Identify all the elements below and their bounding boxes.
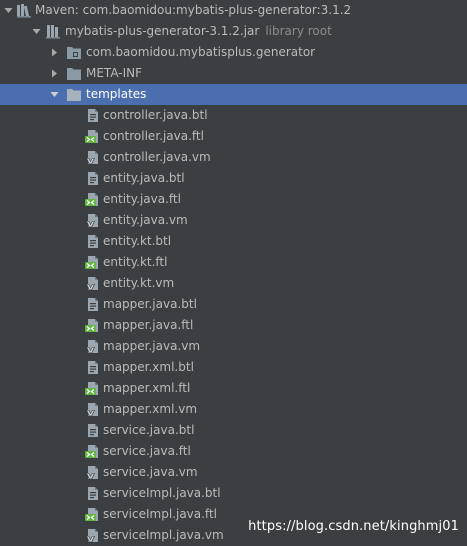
chevron-down-icon[interactable] xyxy=(49,84,59,105)
tree-node-file[interactable]: serviceImpl.java.btl xyxy=(0,483,467,504)
tree-node-maven-library[interactable]: Maven: com.baomidou:mybatis-plus-generat… xyxy=(0,0,467,21)
tree-node-label: mapper.java.btl xyxy=(103,297,197,311)
tree-node-file[interactable]: mapper.xml.ftl xyxy=(0,378,467,399)
templates-file-list: controller.java.btl controller.java.ftl co… xyxy=(0,105,467,546)
tree-node-file[interactable]: entity.java.ftl xyxy=(0,189,467,210)
vm-file-icon xyxy=(85,276,101,291)
library-icon xyxy=(16,3,32,18)
tree-node-label: mapper.java.ftl xyxy=(103,318,194,332)
tree-node-label: controller.java.vm xyxy=(103,150,211,164)
ftl-file-icon xyxy=(85,381,101,396)
tree-node-file[interactable]: controller.java.btl xyxy=(0,105,467,126)
tree-node-file[interactable]: controller.java.ftl xyxy=(0,126,467,147)
vm-file-icon xyxy=(85,402,101,417)
vm-file-icon xyxy=(85,465,101,480)
tree-node-file[interactable]: entity.kt.ftl xyxy=(0,252,467,273)
tree-node-label: mapper.java.vm xyxy=(103,339,201,353)
vm-file-icon xyxy=(85,339,101,354)
btl-file-icon xyxy=(85,108,101,123)
ftl-file-icon xyxy=(85,192,101,207)
tree-node-file[interactable]: entity.kt.btl xyxy=(0,231,467,252)
tree-node-label: controller.java.btl xyxy=(103,108,208,122)
btl-file-icon xyxy=(85,297,101,312)
tree-node-label: entity.kt.ftl xyxy=(103,255,168,269)
tree-node-label: entity.java.btl xyxy=(103,171,185,185)
ftl-file-icon xyxy=(85,129,101,144)
btl-file-icon xyxy=(85,360,101,375)
tree-node-file[interactable]: service.java.ftl xyxy=(0,441,467,462)
ftl-file-icon xyxy=(85,444,101,459)
btl-file-icon xyxy=(85,423,101,438)
btl-file-icon xyxy=(85,234,101,249)
tree-node-label: entity.java.vm xyxy=(103,213,188,227)
tree-node-file[interactable]: service.java.btl xyxy=(0,420,467,441)
library-root-hint: library root xyxy=(265,24,332,38)
tree-node-label: service.java.vm xyxy=(103,465,198,479)
tree-node-file[interactable]: service.java.vm xyxy=(0,462,467,483)
package-icon xyxy=(66,45,82,60)
vm-file-icon xyxy=(85,213,101,228)
btl-file-icon xyxy=(85,171,101,186)
tree-node-label: entity.kt.btl xyxy=(103,234,172,248)
chevron-down-icon[interactable] xyxy=(31,21,41,42)
ftl-file-icon xyxy=(85,318,101,333)
chevron-right-icon[interactable] xyxy=(49,63,59,84)
tree-node-package[interactable]: com.baomidou.mybatisplus.generator xyxy=(0,42,467,63)
tree-node-file[interactable]: mapper.xml.vm xyxy=(0,399,467,420)
tree-node-label: META-INF xyxy=(86,66,143,80)
ftl-file-icon xyxy=(85,507,101,522)
tree-node-file[interactable]: entity.java.vm xyxy=(0,210,467,231)
vm-file-icon xyxy=(85,528,101,543)
tree-node-file[interactable]: entity.kt.vm xyxy=(0,273,467,294)
tree-node-label: mybatis-plus-generator-3.1.2.jar xyxy=(65,24,260,38)
watermark-text: https://blog.csdn.net/kinghmj01 xyxy=(248,519,459,534)
tree-node-file[interactable]: mapper.java.ftl xyxy=(0,315,467,336)
tree-node-file[interactable]: controller.java.vm xyxy=(0,147,467,168)
ftl-file-icon xyxy=(85,255,101,270)
project-tree: Maven: com.baomidou:mybatis-plus-generat… xyxy=(0,0,467,546)
chevron-right-icon[interactable] xyxy=(49,42,59,63)
tree-node-label: serviceImpl.java.ftl xyxy=(103,507,217,521)
tree-node-file[interactable]: entity.java.btl xyxy=(0,168,467,189)
tree-node-file[interactable]: mapper.java.btl xyxy=(0,294,467,315)
folder-icon xyxy=(66,87,82,102)
tree-node-meta-inf[interactable]: META-INF xyxy=(0,63,467,84)
tree-node-label: serviceImpl.java.btl xyxy=(103,486,221,500)
tree-node-label: controller.java.ftl xyxy=(103,129,204,143)
tree-node-label: entity.kt.vm xyxy=(103,276,175,290)
tree-node-label: mapper.xml.btl xyxy=(103,360,194,374)
tree-node-file[interactable]: mapper.xml.btl xyxy=(0,357,467,378)
tree-node-label: service.java.ftl xyxy=(103,444,191,458)
tree-node-label: service.java.btl xyxy=(103,423,195,437)
chevron-down-icon[interactable] xyxy=(3,0,13,21)
tree-node-label: com.baomidou.mybatisplus.generator xyxy=(86,45,316,59)
tree-node-templates[interactable]: templates xyxy=(0,84,467,105)
tree-node-label: entity.java.ftl xyxy=(103,192,181,206)
btl-file-icon xyxy=(85,486,101,501)
tree-node-label: templates xyxy=(86,87,147,101)
tree-node-file[interactable]: mapper.java.vm xyxy=(0,336,467,357)
tree-node-label: serviceImpl.java.vm xyxy=(103,528,224,542)
tree-node-label: mapper.xml.vm xyxy=(103,402,198,416)
vm-file-icon xyxy=(85,150,101,165)
tree-node-jar[interactable]: mybatis-plus-generator-3.1.2.jar library … xyxy=(0,21,467,42)
tree-node-label: mapper.xml.ftl xyxy=(103,381,191,395)
tree-node-label: Maven: com.baomidou:mybatis-plus-generat… xyxy=(35,3,352,17)
jar-icon xyxy=(45,24,61,39)
folder-icon xyxy=(66,66,82,81)
